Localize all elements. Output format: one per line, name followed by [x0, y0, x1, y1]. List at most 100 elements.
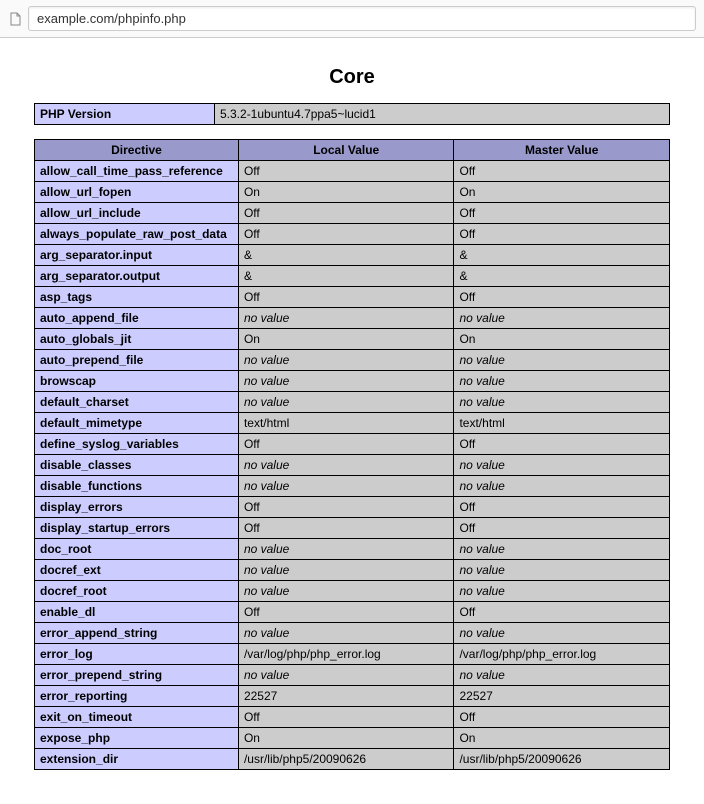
directive-master-value: no value: [454, 539, 670, 560]
directive-local-value: no value: [238, 392, 454, 413]
directive-local-value: no value: [238, 455, 454, 476]
directive-name: display_startup_errors: [35, 518, 239, 539]
directive-name: docref_ext: [35, 560, 239, 581]
directive-local-value: Off: [238, 707, 454, 728]
directive-row: auto_prepend_fileno valueno value: [35, 350, 670, 371]
directive-local-value: no value: [238, 539, 454, 560]
directive-master-value: &: [454, 266, 670, 287]
directive-local-value: no value: [238, 371, 454, 392]
directive-name: browscap: [35, 371, 239, 392]
directive-local-value: no value: [238, 476, 454, 497]
directive-row: enable_dlOffOff: [35, 602, 670, 623]
directive-row: arg_separator.input&&: [35, 245, 670, 266]
directive-name: allow_url_include: [35, 203, 239, 224]
directive-master-value: On: [454, 182, 670, 203]
directive-row: display_startup_errorsOffOff: [35, 518, 670, 539]
directive-name: auto_globals_jit: [35, 329, 239, 350]
directive-name: error_reporting: [35, 686, 239, 707]
directive-local-value: no value: [238, 665, 454, 686]
directive-row: expose_phpOnOn: [35, 728, 670, 749]
directive-master-value: Off: [454, 602, 670, 623]
directive-master-value: no value: [454, 623, 670, 644]
directive-master-value: Off: [454, 434, 670, 455]
directives-table: Directive Local Value Master Value allow…: [34, 139, 670, 770]
directive-local-value: /var/log/php/php_error.log: [238, 644, 454, 665]
directive-row: auto_globals_jitOnOn: [35, 329, 670, 350]
directive-row: auto_append_fileno valueno value: [35, 308, 670, 329]
directive-master-value: no value: [454, 392, 670, 413]
directive-master-value: Off: [454, 518, 670, 539]
directive-local-value: &: [238, 266, 454, 287]
directive-name: allow_call_time_pass_reference: [35, 161, 239, 182]
directive-master-value: no value: [454, 665, 670, 686]
directive-local-value: On: [238, 329, 454, 350]
directive-master-value: &: [454, 245, 670, 266]
directive-name: default_mimetype: [35, 413, 239, 434]
section-title: Core: [34, 66, 670, 89]
version-row: PHP Version 5.3.2-1ubuntu4.7ppa5~lucid1: [35, 104, 670, 125]
directive-local-value: Off: [238, 434, 454, 455]
version-label: PHP Version: [35, 104, 215, 125]
directive-name: expose_php: [35, 728, 239, 749]
directive-row: doc_rootno valueno value: [35, 539, 670, 560]
version-value: 5.3.2-1ubuntu4.7ppa5~lucid1: [215, 104, 670, 125]
header-master: Master Value: [454, 140, 670, 161]
directive-row: disable_functionsno valueno value: [35, 476, 670, 497]
directive-master-value: Off: [454, 707, 670, 728]
directive-name: display_errors: [35, 497, 239, 518]
directive-row: extension_dir/usr/lib/php5/20090626/usr/…: [35, 749, 670, 770]
directive-master-value: /usr/lib/php5/20090626: [454, 749, 670, 770]
directive-master-value: /var/log/php/php_error.log: [454, 644, 670, 665]
directive-local-value: On: [238, 182, 454, 203]
directive-row: exit_on_timeoutOffOff: [35, 707, 670, 728]
directive-local-value: no value: [238, 308, 454, 329]
php-version-table: PHP Version 5.3.2-1ubuntu4.7ppa5~lucid1: [34, 103, 670, 125]
directive-local-value: no value: [238, 581, 454, 602]
header-directive: Directive: [35, 140, 239, 161]
directive-local-value: Off: [238, 224, 454, 245]
directive-row: allow_call_time_pass_referenceOffOff: [35, 161, 670, 182]
directive-name: always_populate_raw_post_data: [35, 224, 239, 245]
directive-name: auto_append_file: [35, 308, 239, 329]
directive-master-value: Off: [454, 224, 670, 245]
directive-master-value: Off: [454, 497, 670, 518]
directive-name: docref_root: [35, 581, 239, 602]
directive-master-value: no value: [454, 476, 670, 497]
directive-master-value: 22527: [454, 686, 670, 707]
directive-name: default_charset: [35, 392, 239, 413]
directive-row: default_mimetypetext/htmltext/html: [35, 413, 670, 434]
directive-master-value: Off: [454, 161, 670, 182]
directive-master-value: On: [454, 728, 670, 749]
directive-row: always_populate_raw_post_dataOffOff: [35, 224, 670, 245]
directive-row: default_charsetno valueno value: [35, 392, 670, 413]
directive-local-value: Off: [238, 602, 454, 623]
directive-local-value: text/html: [238, 413, 454, 434]
header-local: Local Value: [238, 140, 454, 161]
url-input[interactable]: [28, 6, 696, 31]
directive-master-value: no value: [454, 350, 670, 371]
directive-name: enable_dl: [35, 602, 239, 623]
directive-row: allow_url_includeOffOff: [35, 203, 670, 224]
directive-row: docref_rootno valueno value: [35, 581, 670, 602]
directive-local-value: On: [238, 728, 454, 749]
directive-local-value: /usr/lib/php5/20090626: [238, 749, 454, 770]
directive-name: allow_url_fopen: [35, 182, 239, 203]
directive-local-value: Off: [238, 518, 454, 539]
directive-local-value: no value: [238, 560, 454, 581]
directive-master-value: no value: [454, 560, 670, 581]
directive-name: error_prepend_string: [35, 665, 239, 686]
directive-local-value: Off: [238, 203, 454, 224]
directive-row: error_reporting2252722527: [35, 686, 670, 707]
directive-master-value: no value: [454, 371, 670, 392]
page-icon: [8, 12, 22, 26]
directive-master-value: On: [454, 329, 670, 350]
directive-local-value: no value: [238, 623, 454, 644]
directive-row: allow_url_fopenOnOn: [35, 182, 670, 203]
directive-local-value: Off: [238, 497, 454, 518]
directive-master-value: no value: [454, 308, 670, 329]
directive-name: exit_on_timeout: [35, 707, 239, 728]
directive-name: arg_separator.output: [35, 266, 239, 287]
directive-name: error_append_string: [35, 623, 239, 644]
directive-row: asp_tagsOffOff: [35, 287, 670, 308]
directive-master-value: Off: [454, 287, 670, 308]
